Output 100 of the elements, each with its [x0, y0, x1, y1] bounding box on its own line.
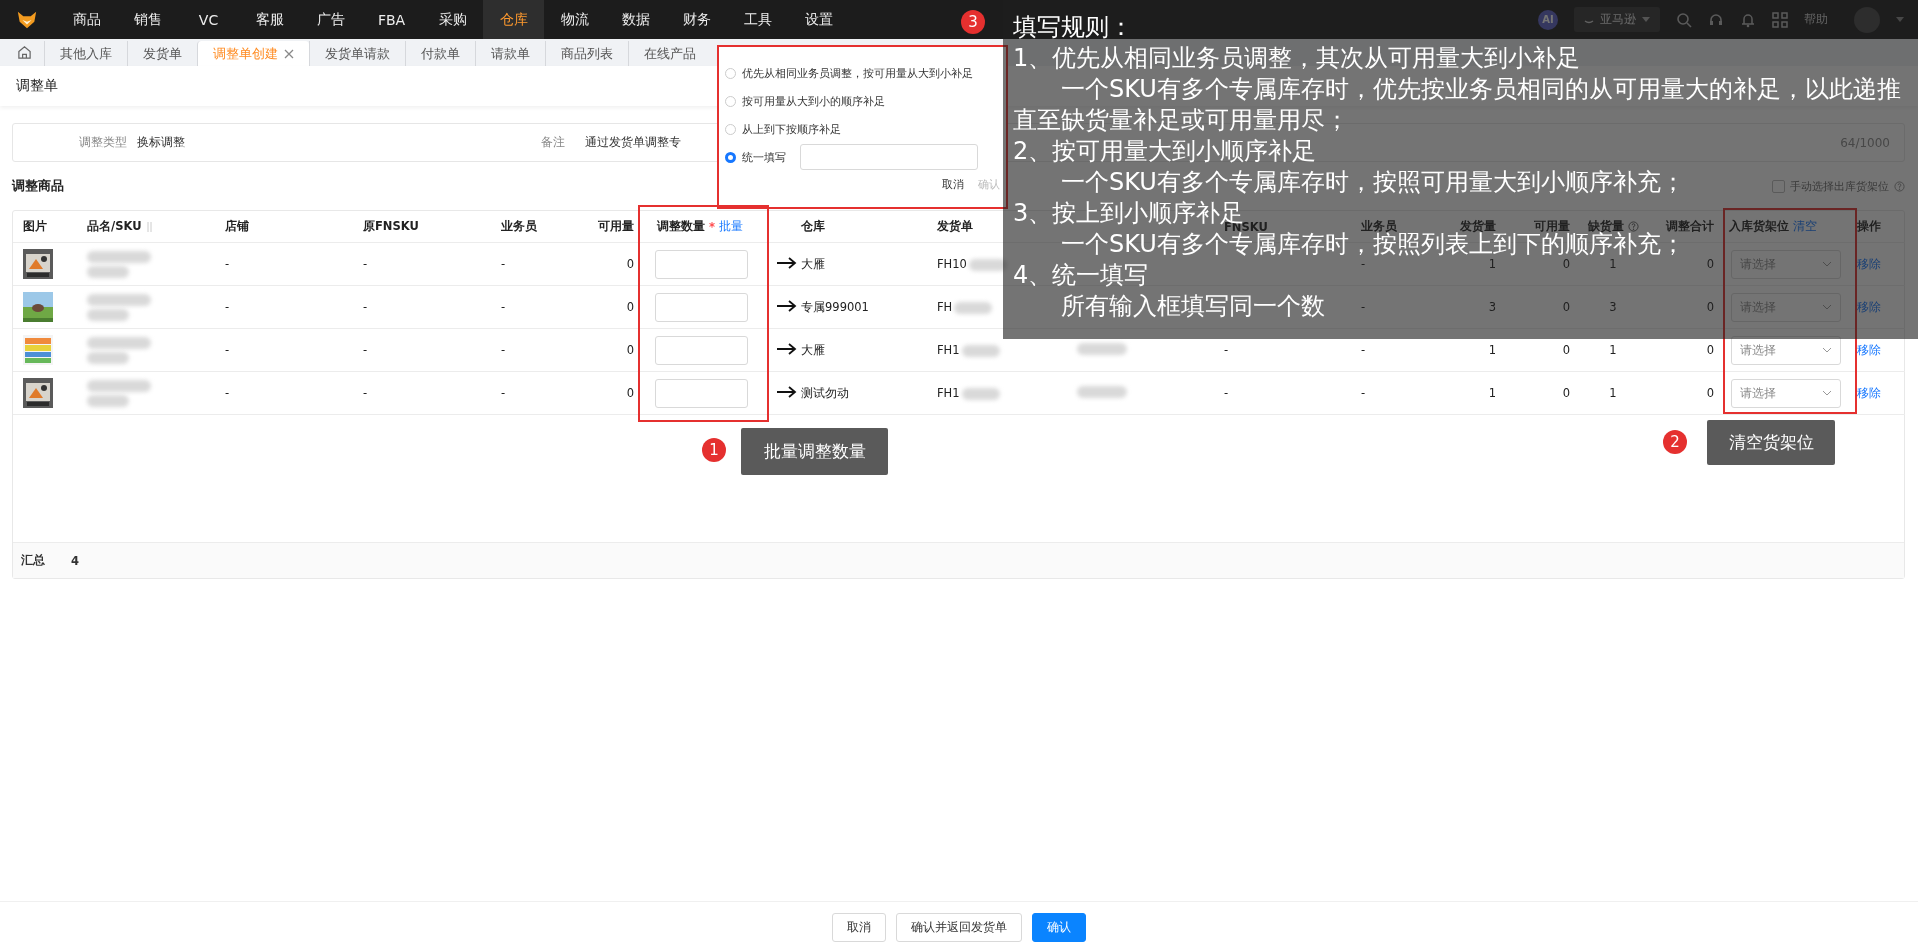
page-tab[interactable]: 其他入库: [44, 41, 127, 66]
caret-icon[interactable]: [1896, 16, 1904, 23]
page-tab[interactable]: 发货单请款: [309, 41, 405, 66]
blurred-text: [954, 301, 993, 314]
table-cell: 大雁: [801, 342, 825, 357]
table-cell: 1: [1609, 257, 1617, 271]
search-icon[interactable]: [1676, 11, 1692, 28]
table-cell: FH: [937, 300, 953, 314]
headset-icon[interactable]: [1708, 11, 1724, 28]
nav-item[interactable]: 工具: [727, 0, 788, 39]
table-cell: -: [501, 257, 506, 271]
nav-item[interactable]: 仓库: [483, 0, 544, 39]
table-cell: -: [363, 300, 368, 314]
table-cell: FH1: [937, 343, 960, 357]
table-cell: 1: [1609, 386, 1617, 400]
callout-label: 批量调整数量: [741, 428, 888, 475]
help-icon[interactable]: [1627, 221, 1639, 232]
quantity-input[interactable]: [655, 378, 748, 408]
nav-item[interactable]: FBA: [361, 0, 422, 39]
chevron-icon: [1822, 390, 1832, 396]
column-header: 业务员: [501, 219, 537, 233]
column-header: 缺货量: [1587, 219, 1624, 233]
table-cell: FH10: [937, 257, 967, 271]
table-cell: 0: [626, 300, 634, 314]
quantity-input[interactable]: [655, 335, 748, 365]
table-cell: -: [501, 386, 506, 400]
page-tab[interactable]: 商品列表: [545, 41, 628, 66]
nav-item[interactable]: 销售: [117, 0, 178, 39]
confirm-button[interactable]: 确认: [1032, 912, 1086, 942]
sort-icon[interactable]: [145, 221, 153, 232]
nav-item[interactable]: 物流: [544, 0, 605, 39]
column-header: 调整数量: [657, 219, 705, 234]
table-cell: 0: [1562, 343, 1570, 357]
remove-link[interactable]: 移除: [1857, 385, 1881, 400]
option-label[interactable]: 优先从相同业务员调整，按可用量从大到小补足: [742, 65, 973, 81]
blurred-text: [968, 258, 1007, 271]
table-cell: -: [1224, 386, 1229, 400]
table-cell: -: [225, 300, 230, 314]
table-cell: -: [501, 300, 506, 314]
column-header: 店铺: [225, 219, 249, 233]
footer-button[interactable]: 取消: [832, 912, 886, 942]
rule-text: 一个SKU有多个专属库存时，按照可用量大到小顺序补充；: [1060, 167, 1685, 198]
table-cell: -: [225, 343, 230, 357]
bell-icon[interactable]: [1740, 11, 1756, 28]
help-icon[interactable]: [1894, 180, 1905, 192]
home-icon[interactable]: [17, 45, 32, 60]
shelf-select[interactable]: 请选择: [1731, 378, 1841, 408]
quantity-input[interactable]: [655, 249, 748, 279]
batch-link[interactable]: 批量: [719, 219, 743, 234]
value-input[interactable]: [800, 144, 978, 170]
nav-item[interactable]: 财务: [666, 0, 727, 39]
table-cell: 1: [1488, 257, 1496, 271]
table-cell: -: [225, 257, 230, 271]
option-label[interactable]: 从上到下按顺序补足: [742, 121, 841, 137]
cancel-button[interactable]: 取消: [942, 177, 964, 192]
table-cell: -: [1361, 343, 1366, 357]
column-header: 操作: [1857, 219, 1881, 233]
nav-item[interactable]: 商品: [56, 0, 117, 39]
field-value: 换标调整: [137, 134, 185, 151]
remark-text: 通过发货单调整专: [585, 134, 681, 151]
table-cell: 0: [626, 257, 634, 271]
remove-link[interactable]: 移除: [1857, 342, 1881, 357]
table-cell: 0: [626, 386, 634, 400]
footer-button[interactable]: 确认并返回发货单: [896, 912, 1022, 942]
table-cell: 1: [1488, 386, 1496, 400]
table-cell: -: [225, 386, 230, 400]
table-cell: 0: [1706, 300, 1714, 314]
close-icon[interactable]: [284, 48, 294, 59]
table-cell: -: [1224, 343, 1229, 357]
table-cell: FH1: [937, 386, 960, 400]
required-mark: *: [709, 219, 715, 234]
quantity-input[interactable]: [655, 292, 748, 322]
blurred-text: [961, 387, 1000, 400]
column-header: 发货单: [937, 219, 973, 233]
page-tab[interactable]: 在线产品: [628, 41, 711, 66]
table-cell: -: [363, 343, 368, 357]
table-cell: 1: [1488, 343, 1496, 357]
nav-item[interactable]: 数据: [605, 0, 666, 39]
page-tab[interactable]: 付款单: [405, 41, 475, 66]
rule-text: 一个SKU有多个专属库存时，优先按业务员相同的从可用量大的补足，以此递推直至缺货量补足或可用量用尽；: [1013, 74, 1902, 136]
arrow-icon: [777, 299, 797, 312]
nav-item[interactable]: 设置: [788, 0, 849, 39]
section-title: 调整商品: [12, 177, 64, 195]
table-cell: 0: [1706, 257, 1714, 271]
nav-item[interactable]: 采购: [422, 0, 483, 39]
chevron-icon: [1822, 304, 1832, 310]
page-tab[interactable]: 请款单: [475, 41, 545, 66]
caret-icon: [1642, 16, 1650, 23]
nav-item[interactable]: VC: [178, 0, 239, 39]
arrow-icon: [777, 385, 797, 398]
nav-item[interactable]: 客服: [239, 0, 300, 39]
option-label[interactable]: 统一填写: [742, 149, 786, 165]
nav-item[interactable]: 广告: [300, 0, 361, 39]
shelf-select[interactable]: 请选择: [1731, 335, 1841, 365]
table-cell: -: [1361, 300, 1366, 314]
radio-button[interactable]: [725, 151, 736, 163]
table-cell: -: [363, 257, 368, 271]
grid-icon[interactable]: [1772, 11, 1788, 28]
table-cell: 专属999001: [801, 299, 869, 314]
option-label[interactable]: 按可用量从大到小的顺序补足: [742, 93, 885, 109]
